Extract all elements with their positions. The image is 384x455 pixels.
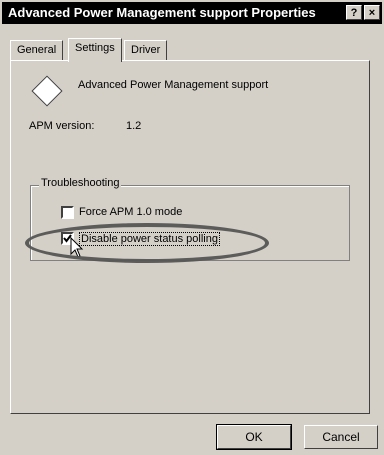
help-button[interactable]: ? [346,5,362,20]
highlight-oval [25,223,269,263]
cancel-button[interactable]: Cancel [304,425,378,449]
properties-dialog: Advanced Power Management support Proper… [0,0,384,455]
tab-settings[interactable]: Settings [68,38,122,62]
tab-driver[interactable]: Driver [124,40,168,60]
close-button[interactable]: × [364,5,380,20]
title-bar: Advanced Power Management support Proper… [2,2,382,24]
troubleshooting-title: Troubleshooting [39,177,122,189]
force-apm-label[interactable]: Force APM 1.0 mode [79,206,182,218]
device-name: Advanced Power Management support [78,79,269,91]
tab-general[interactable]: General [10,40,64,60]
force-apm-checkbox[interactable] [61,206,74,219]
apm-version-value: 1.2 [126,120,142,132]
dialog-title: Advanced Power Management support Proper… [8,5,316,20]
ok-button[interactable]: OK [216,424,292,450]
apm-version-label: APM version: [29,120,95,132]
